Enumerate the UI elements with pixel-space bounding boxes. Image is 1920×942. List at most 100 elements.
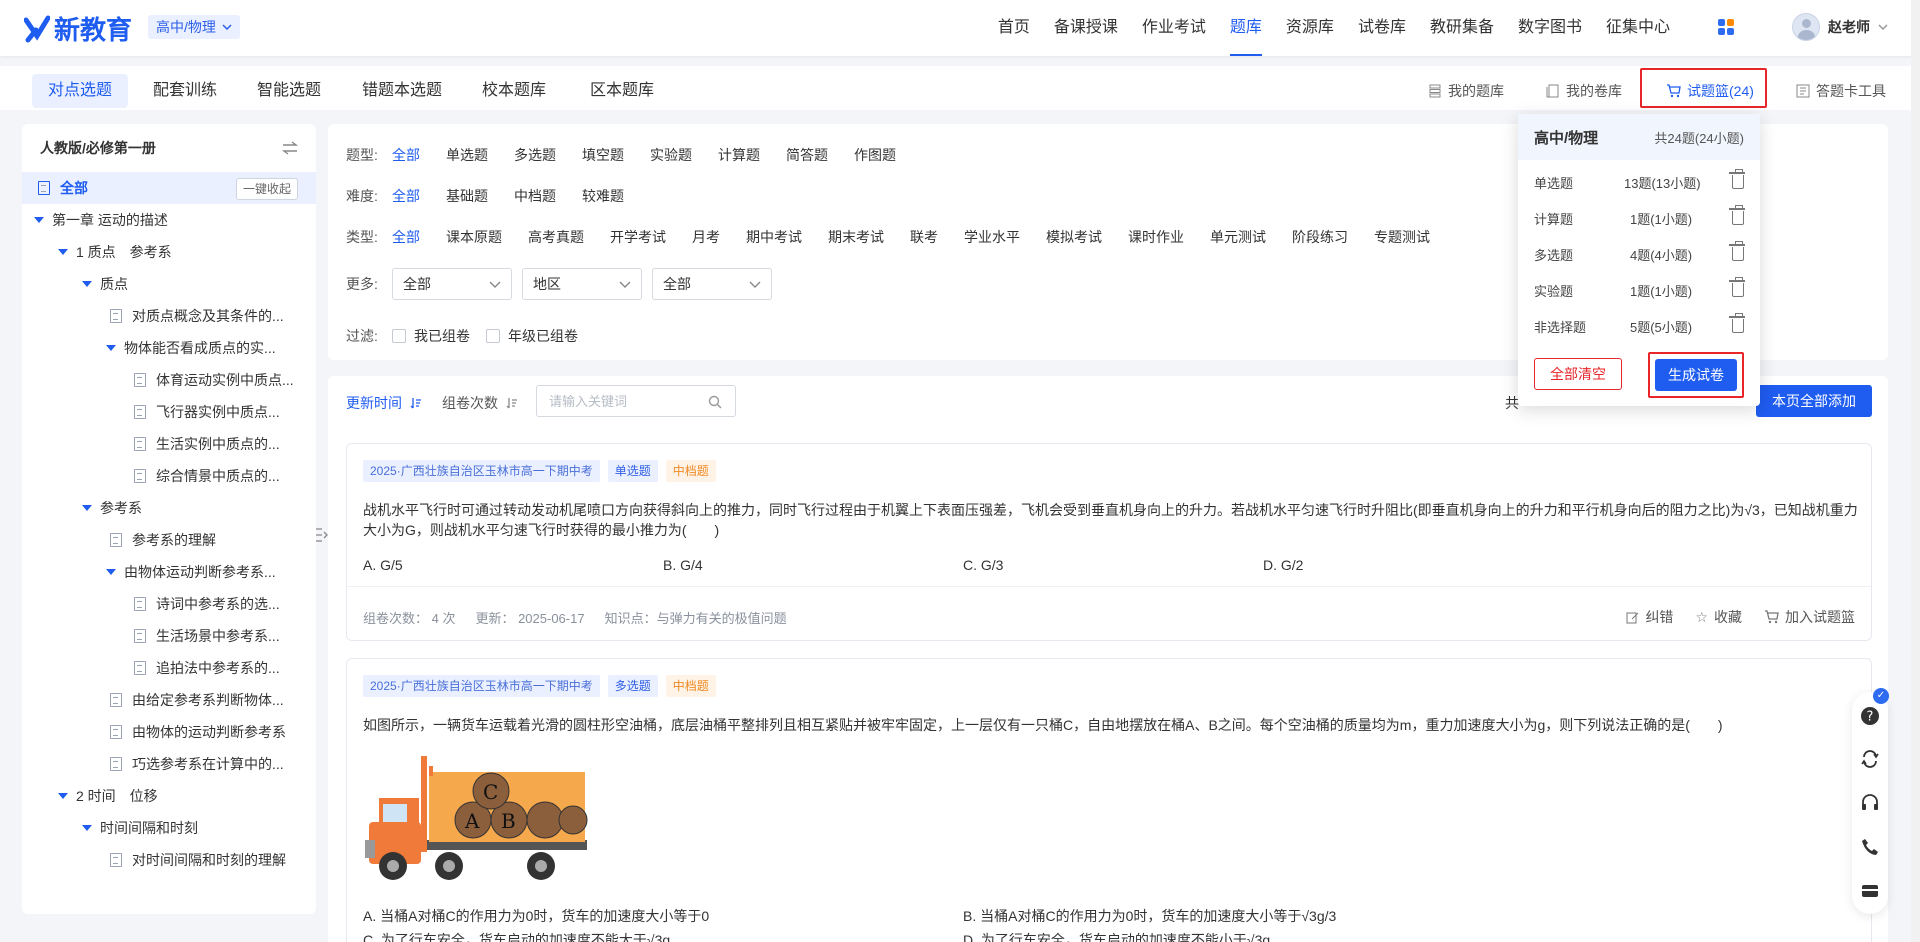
type-option[interactable]: 计算题 <box>718 145 760 165</box>
collapse-all-button[interactable]: 一键收起 <box>235 178 298 200</box>
tab-matching-training[interactable]: 配套训练 <box>137 74 233 108</box>
category-option[interactable]: 单元测试 <box>1210 227 1266 247</box>
type-option[interactable]: 单选题 <box>446 145 488 165</box>
tab-point-select[interactable]: 对点选题 <box>32 74 129 108</box>
difficulty-option[interactable]: 较难题 <box>582 186 624 206</box>
tree-node[interactable]: 由物体运动判断参考系... <box>22 556 316 588</box>
tree-node[interactable]: 由给定参考系判断物体... <box>22 684 316 716</box>
type-option[interactable]: 实验题 <box>650 145 692 165</box>
user-menu[interactable]: 赵老师 <box>1792 13 1888 41</box>
caret-down-icon[interactable] <box>82 505 92 511</box>
logo[interactable]: 新教育 <box>24 10 132 47</box>
help-icon[interactable]: ? <box>1860 706 1880 726</box>
tree-node[interactable]: 生活实例中质点的... <box>22 428 316 460</box>
sort-by-time[interactable]: 更新时间 <box>346 393 422 413</box>
report-error-button[interactable]: 纠错 <box>1626 607 1673 627</box>
category-option[interactable]: 高考真题 <box>528 227 584 247</box>
tree-node[interactable]: 1 质点 参考系 <box>22 236 316 268</box>
my-papers-link[interactable]: 我的卷库 <box>1546 74 1622 108</box>
nav-item-question-bank[interactable]: 题库 <box>1229 0 1262 56</box>
category-option[interactable]: 开学考试 <box>610 227 666 247</box>
caret-down-icon[interactable] <box>34 217 44 223</box>
trash-icon[interactable] <box>1729 169 1745 189</box>
my-bank-link[interactable]: 我的题库 <box>1428 74 1504 108</box>
tree-node[interactable]: 诗词中参考系的选... <box>22 588 316 620</box>
clear-all-button[interactable]: 全部清空 <box>1534 358 1622 390</box>
source-tag[interactable]: 2025·广西壮族自治区玉林市高一下期中考 <box>363 675 600 697</box>
category-option[interactable]: 期末考试 <box>828 227 884 247</box>
more-select-1[interactable]: 全部 <box>392 268 512 300</box>
add-all-button[interactable]: 本页全部添加 <box>1756 385 1872 417</box>
tree-node[interactable]: 参考系的理解 <box>22 524 316 556</box>
nav-item-digital-books[interactable]: 数字图书 <box>1518 0 1582 56</box>
caret-down-icon[interactable] <box>58 793 68 799</box>
category-option[interactable]: 月考 <box>692 227 720 247</box>
trash-icon[interactable] <box>1729 241 1745 261</box>
tree-node[interactable]: 生活场景中参考系... <box>22 620 316 652</box>
card-icon[interactable] <box>1860 881 1880 901</box>
switch-icon[interactable] <box>282 141 298 155</box>
tree-node[interactable]: 对质点概念及其条件的... <box>22 300 316 332</box>
my-composed-checkbox[interactable] <box>392 329 406 343</box>
tree-node[interactable]: 参考系 <box>22 492 316 524</box>
generate-paper-button[interactable]: 生成试卷 <box>1655 359 1737 391</box>
category-option[interactable]: 联考 <box>910 227 938 247</box>
category-option[interactable]: 期中考试 <box>746 227 802 247</box>
trash-icon[interactable] <box>1729 205 1745 225</box>
trash-icon[interactable] <box>1729 277 1745 297</box>
difficulty-option[interactable]: 中档题 <box>514 186 556 206</box>
tree-node[interactable]: 时间间隔和时刻 <box>22 812 316 844</box>
tab-district-bank[interactable]: 区本题库 <box>574 74 670 108</box>
headset-icon[interactable] <box>1860 793 1880 813</box>
tree-node[interactable]: 物体能否看成质点的实... <box>22 332 316 364</box>
nav-item-research[interactable]: 教研集备 <box>1430 0 1494 56</box>
search-icon[interactable] <box>708 395 722 409</box>
region-select[interactable]: 地区 <box>522 268 642 300</box>
type-option[interactable]: 简答题 <box>786 145 828 165</box>
tree-node[interactable]: 2 时间 位移 <box>22 780 316 812</box>
difficulty-option[interactable]: 基础题 <box>446 186 488 206</box>
nav-item-collection[interactable]: 征集中心 <box>1606 0 1670 56</box>
caret-down-icon[interactable] <box>106 345 116 351</box>
category-option[interactable]: 阶段练习 <box>1292 227 1348 247</box>
sort-by-count[interactable]: 组卷次数 <box>442 393 518 413</box>
category-option[interactable]: 课本原题 <box>446 227 502 247</box>
category-option[interactable]: 全部 <box>392 227 420 247</box>
page-scrollbar[interactable] <box>1911 0 1920 942</box>
nav-item-resources[interactable]: 资源库 <box>1286 0 1334 56</box>
caret-down-icon[interactable] <box>82 281 92 287</box>
refresh-icon[interactable] <box>1860 749 1880 769</box>
subject-selector[interactable]: 高中/物理 <box>148 15 240 39</box>
grade-composed-checkbox[interactable] <box>486 329 500 343</box>
type-option[interactable]: 填空题 <box>582 145 624 165</box>
add-to-basket-button[interactable]: 加入试题篮 <box>1764 607 1855 627</box>
tree-node[interactable]: 全部 一键收起 <box>22 172 316 204</box>
tab-smart-select[interactable]: 智能选题 <box>241 74 337 108</box>
nav-item-lesson[interactable]: 备课授课 <box>1054 0 1118 56</box>
more-select-3[interactable]: 全部 <box>652 268 772 300</box>
collapse-toolbar-icon[interactable]: ✓ <box>1873 688 1889 704</box>
source-tag[interactable]: 2025·广西壮族自治区玉林市高一下期中考 <box>363 460 600 482</box>
type-option[interactable]: 全部 <box>392 145 420 165</box>
category-option[interactable]: 模拟考试 <box>1046 227 1102 247</box>
category-option[interactable]: 学业水平 <box>964 227 1020 247</box>
tab-school-bank[interactable]: 校本题库 <box>466 74 562 108</box>
apps-grid-icon[interactable] <box>1718 19 1734 35</box>
favorite-button[interactable]: ☆ 收藏 <box>1695 607 1742 627</box>
caret-down-icon[interactable] <box>58 249 68 255</box>
answer-card-link[interactable]: 答题卡工具 <box>1796 74 1886 108</box>
tree-node[interactable]: 质点 <box>22 268 316 300</box>
tree-node[interactable]: 飞行器实例中质点... <box>22 396 316 428</box>
tab-mistake-select[interactable]: 错题本选题 <box>346 74 458 108</box>
difficulty-option[interactable]: 全部 <box>392 186 420 206</box>
category-option[interactable]: 专题测试 <box>1374 227 1430 247</box>
tree-node[interactable]: 第一章 运动的描述 <box>22 204 316 236</box>
type-option[interactable]: 多选题 <box>514 145 556 165</box>
keyword-search-input[interactable] <box>536 385 736 417</box>
caret-down-icon[interactable] <box>82 825 92 831</box>
nav-item-papers[interactable]: 试卷库 <box>1358 0 1406 56</box>
tree-node[interactable]: 综合情景中质点的... <box>22 460 316 492</box>
tree-node[interactable]: 由物体的运动判断参考系 <box>22 716 316 748</box>
sidebar-collapse-handle[interactable] <box>314 526 328 548</box>
tree-node[interactable]: 巧选参考系在计算中的... <box>22 748 316 780</box>
